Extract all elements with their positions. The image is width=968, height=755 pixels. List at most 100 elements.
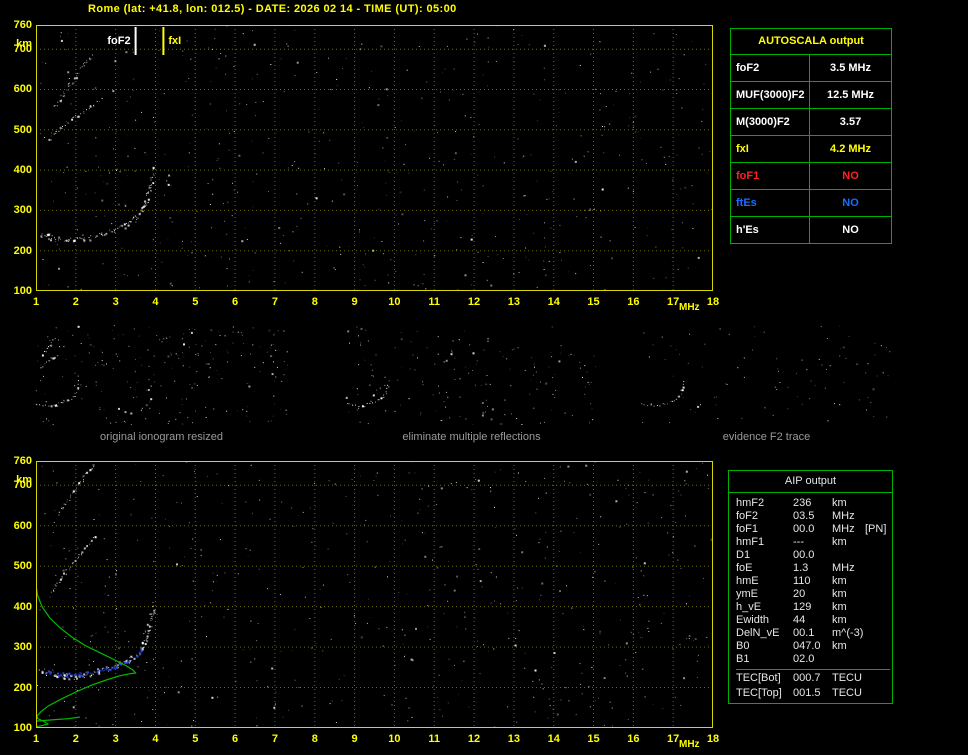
svg-text:foF2: foF2 <box>107 35 130 47</box>
station-date-time-header: Rome (lat: +41.8, lon: 012.5) - DATE: 20… <box>88 3 457 15</box>
autoscala-row: foF1 NO <box>731 163 891 190</box>
aip-row-extra <box>865 672 890 687</box>
aip-row-unit: km <box>832 536 847 548</box>
thumbnail-original-ionogram <box>35 325 288 425</box>
x-axis-tick-label: 2 <box>72 296 79 308</box>
aip-row: h_vE 129 km <box>736 601 890 614</box>
aip-row: B1 02.0 <box>736 653 890 666</box>
y-axis-tick-label: 400 <box>13 164 32 177</box>
autoscala-row: foF2 3.5 MHz <box>731 55 891 82</box>
y-axis-tick-label: 200 <box>13 681 32 694</box>
x-axis-tick-label: 18 <box>706 733 720 745</box>
aip-row-value: --- <box>793 536 804 548</box>
autoscala-row-label: M(3000)F2 <box>731 109 810 135</box>
aip-row-label: foE <box>736 562 753 574</box>
autoscala-row-label: fxI <box>731 136 810 162</box>
aip-row: D1 00.0 <box>736 549 890 562</box>
aip-row-unit: km <box>832 601 847 613</box>
x-axis-tick-label: 15 <box>587 296 600 308</box>
autoscala-row: MUF(3000)F2 12.5 MHz <box>731 82 891 109</box>
aip-row-extra <box>865 575 890 588</box>
aip-row: Ewidth 44 km <box>736 614 890 627</box>
aip-row-label: D1 <box>736 549 751 561</box>
aip-row-label: ymE <box>736 588 758 600</box>
aip-table-rows: hmF2 236 km foF2 03.5 MHz foF1 00.0 MHz [PN] hmF1 -… <box>729 493 892 703</box>
y-axis-tick-label: 760 <box>13 19 32 31</box>
aip-row-unit: km <box>832 575 847 587</box>
autoscala-table-rows: foF2 3.5 MHz MUF(3000)F2 12.5 MHz M(3000)F2 3… <box>731 55 891 243</box>
x-axis-tick-label: 1 <box>32 733 40 745</box>
autoscala-row: h'Es NO <box>731 217 891 243</box>
autoscala-row-value: NO <box>842 170 859 182</box>
aip-row-extra <box>865 562 890 575</box>
y-axis-tick-label: 300 <box>13 641 32 654</box>
svg-text:fxI: fxI <box>168 35 181 47</box>
aip-row-label: hmE <box>736 575 759 587</box>
x-axis-tick-label: 13 <box>507 296 520 308</box>
aip-row-extra <box>865 640 890 653</box>
aip-row-label: B1 <box>736 653 750 665</box>
aip-row-unit: MHz <box>832 523 855 535</box>
aip-row-unit: km <box>832 497 847 509</box>
autoscala-row-value: 3.57 <box>839 116 862 128</box>
x-axis-tick-label: 10 <box>388 296 401 308</box>
x-axis-tick-label: 14 <box>547 733 560 745</box>
aip-row-value: 1.3 <box>793 562 809 574</box>
aip-row-extra <box>865 588 890 601</box>
y-axis-tick-label: 500 <box>13 560 32 573</box>
aip-row-value: 129 <box>793 601 812 613</box>
aip-row-value: 02.0 <box>793 653 815 665</box>
aip-row: hmF1 --- km <box>736 536 890 549</box>
y-axis-tick-label: 400 <box>13 600 32 613</box>
aip-row-unit <box>832 653 865 666</box>
x-axis-tick-label: 9 <box>351 296 358 308</box>
aip-row: foE 1.3 MHz <box>736 562 890 575</box>
autoscala-row: fxI 4.2 MHz <box>731 136 891 163</box>
aip-row-label: B0 <box>736 640 750 652</box>
autoscala-row-value: NO <box>842 197 859 209</box>
aip-row-extra <box>865 687 890 700</box>
aip-row-value: 20 <box>793 588 806 600</box>
autoscala-row: ftEs NO <box>731 190 891 217</box>
autoscala-row: M(3000)F2 3.57 <box>731 109 891 136</box>
top-ionogram-plot: foF2 fxI <box>36 25 713 291</box>
autoscala-row-label: ftEs <box>731 190 810 216</box>
x-axis-tick-label: 8 <box>311 733 318 745</box>
aip-row: TEC[Bot] 000.7 TECU <box>736 669 890 687</box>
autoscala-row-label: foF1 <box>731 163 810 189</box>
autoscala-row-value: NO <box>842 224 859 236</box>
thumbnail-caption-evidence-f2: evidence F2 trace <box>722 431 811 443</box>
aip-row-value: 00.0 <box>793 549 815 561</box>
aip-row: TEC[Top] 001.5 TECU <box>736 687 890 700</box>
x-axis-unit-label: MHz <box>679 739 700 750</box>
x-axis-tick-label: 6 <box>232 733 239 745</box>
aip-row-extra <box>865 601 890 614</box>
aip-row: ymE 20 km <box>736 588 890 601</box>
aip-row-unit <box>832 549 865 562</box>
aip-row: hmF2 236 km <box>736 497 890 510</box>
x-axis-tick-label: 11 <box>428 733 441 745</box>
aip-row-extra <box>865 536 890 549</box>
x-axis-tick-label: 3 <box>112 733 119 745</box>
aip-row-value: 110 <box>793 575 811 587</box>
aip-row-extra: [PN] <box>865 523 887 535</box>
aip-row: B0 047.0 km <box>736 640 890 653</box>
aip-row-extra <box>865 653 890 666</box>
aip-row-unit: km <box>832 588 847 600</box>
aip-row-unit: TECU <box>832 687 862 699</box>
aip-row-value: 00.1 <box>793 627 815 639</box>
x-axis-tick-label: 8 <box>311 296 318 308</box>
aip-row-extra <box>865 549 890 562</box>
x-axis-tick-label: 4 <box>152 296 159 308</box>
aip-row-label: DelN_vE <box>736 627 780 639</box>
x-axis-tick-label: 9 <box>351 733 358 745</box>
aip-row-unit: km <box>832 640 847 652</box>
x-axis-tick-label: 5 <box>192 733 199 745</box>
x-axis-tick-label: 16 <box>627 733 640 745</box>
aip-row-unit: km <box>832 614 847 626</box>
y-axis-tick-label: 300 <box>13 204 32 217</box>
aip-row-unit: MHz <box>832 510 855 522</box>
x-axis-tick-label: 16 <box>627 296 640 308</box>
aip-row-label: foF2 <box>736 510 759 522</box>
x-axis-tick-label: 2 <box>72 733 79 745</box>
